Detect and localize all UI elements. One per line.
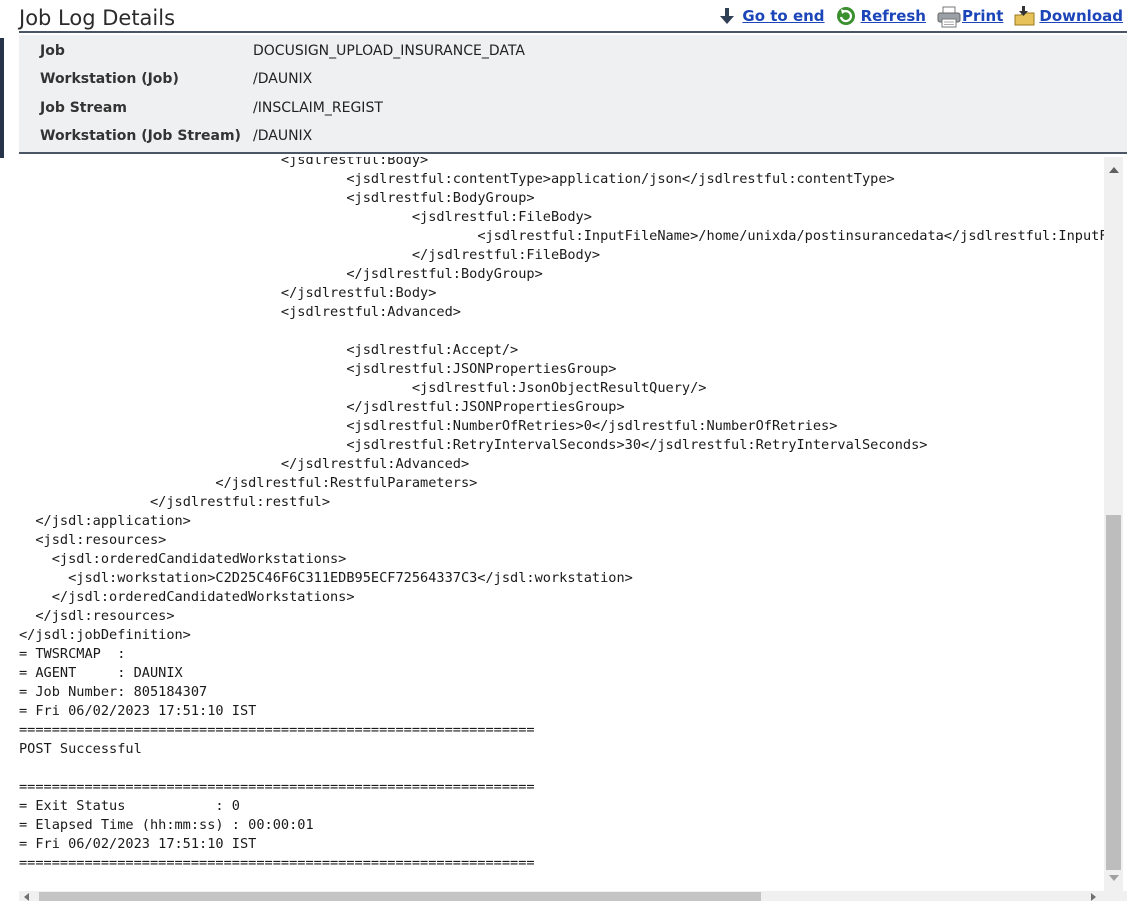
log-line: </jsdl:application> xyxy=(19,513,191,529)
log-line: </jsdlrestful:Advanced> xyxy=(19,456,470,472)
log-line: = Fri 06/02/2023 17:51:10 IST xyxy=(19,836,257,852)
log-line: = TWSRCMAP : xyxy=(19,646,126,662)
log-line: = Job Number: 805184307 xyxy=(19,684,208,700)
log-line: <jsdlrestful:contentType>application/jso… xyxy=(19,171,895,187)
arrow-down-icon xyxy=(716,5,738,27)
toolbar: Go to end Refresh Print Download xyxy=(710,5,1123,28)
log-line: <jsdl:workstation>C2D25C46F6C311EDB95ECF… xyxy=(19,570,633,586)
log-line: <jsdlrestful:Body> xyxy=(19,157,429,168)
scroll-up-icon[interactable] xyxy=(1109,167,1119,173)
vertical-scrollbar[interactable] xyxy=(1104,157,1123,891)
property-value: /DAUNIX xyxy=(253,128,313,144)
property-key: Workstation (Job) xyxy=(40,71,179,87)
print-link[interactable]: Print xyxy=(962,7,1003,25)
print-button[interactable]: Print xyxy=(936,5,1003,28)
scroll-left-icon[interactable] xyxy=(24,893,29,901)
log-line: </jsdlrestful:BodyGroup> xyxy=(19,266,543,282)
log-line: <jsdl:orderedCandidatedWorkstations> xyxy=(19,551,347,567)
log-line: <jsdlrestful:JSONPropertiesGroup> xyxy=(19,361,617,377)
property-value: DOCUSIGN_UPLOAD_INSURANCE_DATA xyxy=(253,43,525,59)
log-line: </jsdlrestful:RestfulParameters> xyxy=(19,475,478,491)
refresh-link[interactable]: Refresh xyxy=(861,7,926,25)
job-log-text: <jsdlrestful:Body> <jsdlrestful:contentT… xyxy=(19,157,1104,873)
download-button[interactable]: Download xyxy=(1013,5,1123,27)
vertical-scroll-thumb[interactable] xyxy=(1106,515,1121,870)
log-line: <jsdlrestful:RetryIntervalSeconds>30</js… xyxy=(19,437,928,453)
log-line: <jsdlrestful:Advanced> xyxy=(19,304,461,320)
log-line: = Elapsed Time (hh:mm:ss) : 00:00:01 xyxy=(19,817,314,833)
job-properties-panel: Job DOCUSIGN_UPLOAD_INSURANCE_DATA Works… xyxy=(19,35,1127,154)
download-icon xyxy=(1013,5,1035,27)
log-line: <jsdlrestful:InputFileName>/home/unixda/… xyxy=(19,228,1104,244)
property-row-job-stream: Job Stream /INSCLAIM_REGIST xyxy=(19,93,1127,121)
download-link[interactable]: Download xyxy=(1039,7,1123,25)
page-title: Job Log Details xyxy=(19,6,176,30)
horizontal-scroll-thumb[interactable] xyxy=(39,892,761,901)
property-value: /INSCLAIM_REGIST xyxy=(253,100,383,116)
scrollbar-corner xyxy=(1104,891,1127,901)
log-line: </jsdlrestful:Body> xyxy=(19,285,437,301)
log-line: </jsdl:orderedCandidatedWorkstations> xyxy=(19,589,355,605)
log-line: ========================================… xyxy=(19,722,535,738)
log-line: = Exit Status : 0 xyxy=(19,798,240,814)
log-line: ========================================… xyxy=(19,779,535,795)
refresh-button[interactable]: Refresh xyxy=(835,5,926,27)
property-key: Job Stream xyxy=(40,100,127,116)
goto-end-link[interactable]: Go to end xyxy=(742,7,824,25)
log-line: </jsdl:jobDefinition> xyxy=(19,627,191,643)
horizontal-scrollbar[interactable] xyxy=(19,891,1104,901)
log-line: = Fri 06/02/2023 17:51:10 IST xyxy=(19,703,257,719)
log-line: = AGENT : DAUNIX xyxy=(19,665,183,681)
property-key: Job xyxy=(40,43,65,59)
scroll-down-icon[interactable] xyxy=(1109,875,1119,881)
log-line: <jsdlrestful:JsonObjectResultQuery/> xyxy=(19,380,707,396)
log-line: </jsdl:resources> xyxy=(19,608,175,624)
left-edge-dark xyxy=(0,38,4,158)
left-edge xyxy=(0,0,10,901)
page-header: Job Log Details Go to end Refresh Print … xyxy=(19,0,1127,33)
scroll-right-icon[interactable] xyxy=(1091,893,1096,901)
log-line: <jsdlrestful:BodyGroup> xyxy=(19,190,535,206)
log-line: <jsdlrestful:NumberOfRetries>0</jsdlrest… xyxy=(19,418,838,434)
property-row-job: Job DOCUSIGN_UPLOAD_INSURANCE_DATA xyxy=(19,36,1127,64)
printer-icon xyxy=(936,5,961,28)
log-line: <jsdl:resources> xyxy=(19,532,167,548)
log-line: POST Successful xyxy=(19,741,142,757)
goto-end-button[interactable]: Go to end xyxy=(716,5,825,27)
log-line: </jsdlrestful:JSONPropertiesGroup> xyxy=(19,399,625,415)
log-line: </jsdlrestful:FileBody> xyxy=(19,247,601,263)
property-row-workstation-job-stream: Workstation (Job Stream) /DAUNIX xyxy=(19,121,1127,149)
property-key: Workstation (Job Stream) xyxy=(40,128,241,144)
job-log-viewer[interactable]: <jsdlrestful:Body> <jsdlrestful:contentT… xyxy=(19,157,1104,891)
log-line: </jsdlrestful:restful> xyxy=(19,494,331,510)
property-row-workstation-job: Workstation (Job) /DAUNIX xyxy=(19,64,1127,92)
refresh-icon xyxy=(835,5,857,27)
log-line: <jsdlrestful:FileBody> xyxy=(19,209,592,225)
log-line: ========================================… xyxy=(19,855,535,871)
log-line: <jsdlrestful:Accept/> xyxy=(19,342,519,358)
property-value: /DAUNIX xyxy=(253,71,313,87)
